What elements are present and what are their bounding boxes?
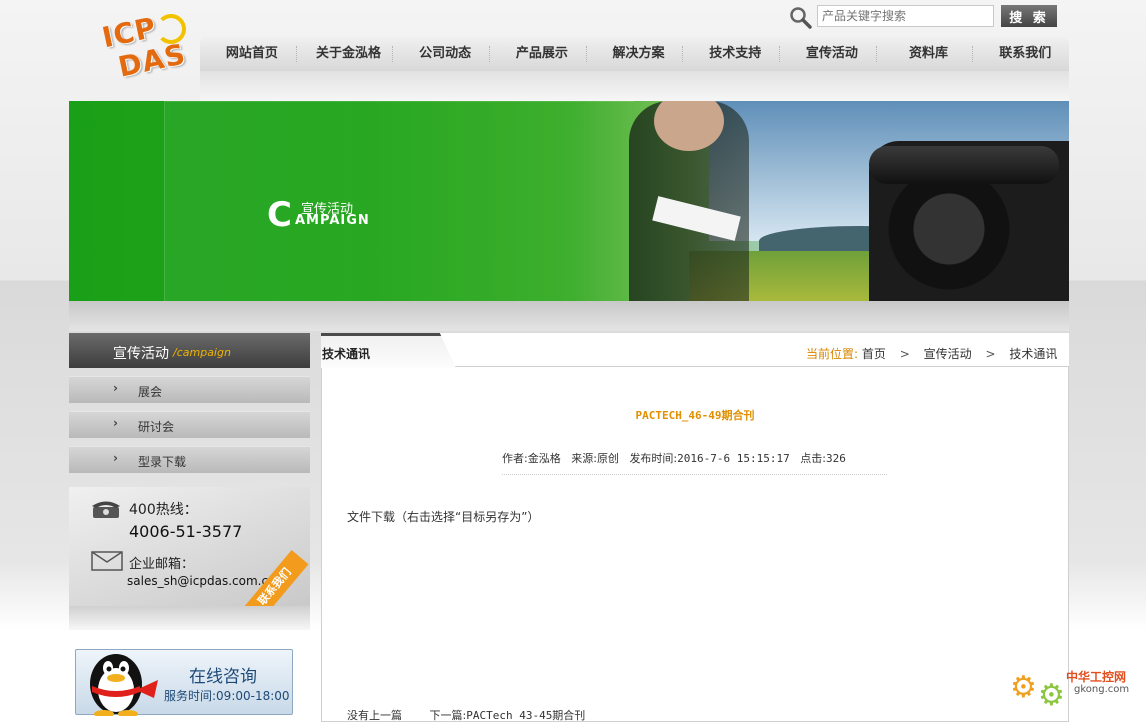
nav-home[interactable]: 网站首页 xyxy=(200,46,297,62)
prev-article: 没有上一篇 xyxy=(347,709,402,722)
source-value: 原创 xyxy=(596,452,619,465)
nav-campaign[interactable]: 宣传活动 xyxy=(780,46,877,62)
gkong-watermark: ⚙ ⚙ 中华工控网 gkong.com xyxy=(1008,660,1138,716)
watermark-site-en: gkong.com xyxy=(1074,684,1130,695)
breadcrumb-here-label: 当前位置: xyxy=(806,347,859,361)
author-value: 金泓格 xyxy=(527,452,561,465)
nav-solutions[interactable]: 解决方案 xyxy=(587,46,684,62)
banner-title-letter: C xyxy=(267,195,292,235)
sidebar-item-label: 型录下载 xyxy=(138,455,187,469)
sidebar-item-catalog-download[interactable]: › 型录下载 xyxy=(69,446,310,473)
search-icon[interactable] xyxy=(788,5,812,29)
gear-icon: ⚙ xyxy=(1010,670,1037,705)
sidebar-item-label: 研讨会 xyxy=(138,420,175,434)
search-input[interactable] xyxy=(817,5,994,27)
breadcrumb-tech-newsletter[interactable]: 技术通讯 xyxy=(1009,347,1057,361)
contact-shadow xyxy=(69,606,310,630)
banner-title: C 宣传活动 AMPAIGN xyxy=(267,198,387,238)
sidebar-item-seminar[interactable]: › 研讨会 xyxy=(69,411,310,438)
nav-about[interactable]: 关于金泓格 xyxy=(297,46,394,62)
camera-microphone xyxy=(869,146,1059,184)
breadcrumb: 当前位置: 首页 > 宣传活动 > 技术通讯 xyxy=(806,345,1057,362)
sidebar-item-label: 展会 xyxy=(138,385,163,399)
sidebar-header-cn: 宣传活动 xyxy=(113,346,169,362)
date-value: 2016-7-6 15:15:17 xyxy=(677,452,790,465)
campaign-banner: C 宣传活动 AMPAIGN xyxy=(69,101,1069,301)
tab-tech-newsletter-label: 技术通讯 xyxy=(322,347,371,361)
sidebar-header: 宣传活动 /campaign xyxy=(69,333,310,368)
article-pagination: 没有上一篇 下一篇:PACTech 43-45期合刊 xyxy=(347,707,585,722)
company-logo[interactable]: ICP DAS xyxy=(96,8,196,90)
nav-shadow xyxy=(200,71,1069,101)
clicks-label: 点击: xyxy=(800,452,826,465)
banner-shadow xyxy=(69,301,1069,331)
nav-news[interactable]: 公司动态 xyxy=(393,46,491,62)
sidebar-header-en: /campaign xyxy=(173,346,231,359)
hotline-label: 400热线： xyxy=(129,502,198,518)
content-panel xyxy=(321,333,1069,722)
source-label: 来源: xyxy=(571,452,597,465)
nav-contact[interactable]: 联系我们 xyxy=(973,46,1069,62)
breadcrumb-separator: > xyxy=(985,347,996,361)
phone-icon xyxy=(92,501,120,518)
clicks-value: 326 xyxy=(825,452,846,465)
breadcrumb-home[interactable]: 首页 xyxy=(862,347,886,361)
nav-support[interactable]: 技术支持 xyxy=(683,46,781,62)
date-label: 发布时间: xyxy=(629,452,678,465)
banner-room-lines xyxy=(164,101,634,301)
watermark-site-cn: 中华工控网 xyxy=(1066,670,1127,684)
breadcrumb-separator: > xyxy=(899,347,910,361)
next-article-link[interactable]: PACTech 43-45期合刊 xyxy=(466,709,585,722)
search-button[interactable]: 搜 索 xyxy=(1001,5,1057,27)
nav-library[interactable]: 资料库 xyxy=(877,46,974,62)
hotline-number: 4006-51-3577 xyxy=(129,522,243,541)
chevron-right-icon: › xyxy=(113,416,118,430)
main-nav: 网站首页 关于金泓格 公司动态 产品展示 解决方案 技术支持 宣传活动 资料库 … xyxy=(200,37,1069,71)
author-label: 作者: xyxy=(502,452,528,465)
email-address[interactable]: sales_sh@icpdas.com.cn xyxy=(127,574,276,588)
chevron-right-icon: › xyxy=(113,451,118,465)
file-download-link[interactable]: 文件下载（右击选择“目标另存为”） xyxy=(347,508,539,525)
online-consult-box[interactable]: 在线咨询 服务时间:09:00-18:00 xyxy=(75,649,293,716)
email-label: 企业邮箱： xyxy=(129,557,195,572)
contact-box: 400热线： 4006-51-3577 企业邮箱： sales_sh@icpda… xyxy=(69,487,310,624)
next-article-label: 下一篇: xyxy=(429,709,467,722)
mail-icon xyxy=(91,551,123,571)
online-consult-title: 在线咨询 xyxy=(189,667,257,687)
service-hours: 服务时间:09:00-18:00 xyxy=(164,689,290,703)
gear-icon: ⚙ xyxy=(1038,678,1065,713)
qq-penguin-icon xyxy=(90,654,158,716)
chevron-right-icon: › xyxy=(113,381,118,395)
sidebar-item-exhibition[interactable]: › 展会 xyxy=(69,376,310,403)
banner-title-en: AMPAIGN xyxy=(295,213,370,228)
article-title: PACTECH_46-49期合刊 xyxy=(635,409,755,422)
nav-products[interactable]: 产品展示 xyxy=(490,46,587,62)
breadcrumb-campaign[interactable]: 宣传活动 xyxy=(924,347,972,361)
article-meta: 作者:金泓格 来源:原创 发布时间:2016-7-6 15:15:17 点击:3… xyxy=(502,450,887,475)
